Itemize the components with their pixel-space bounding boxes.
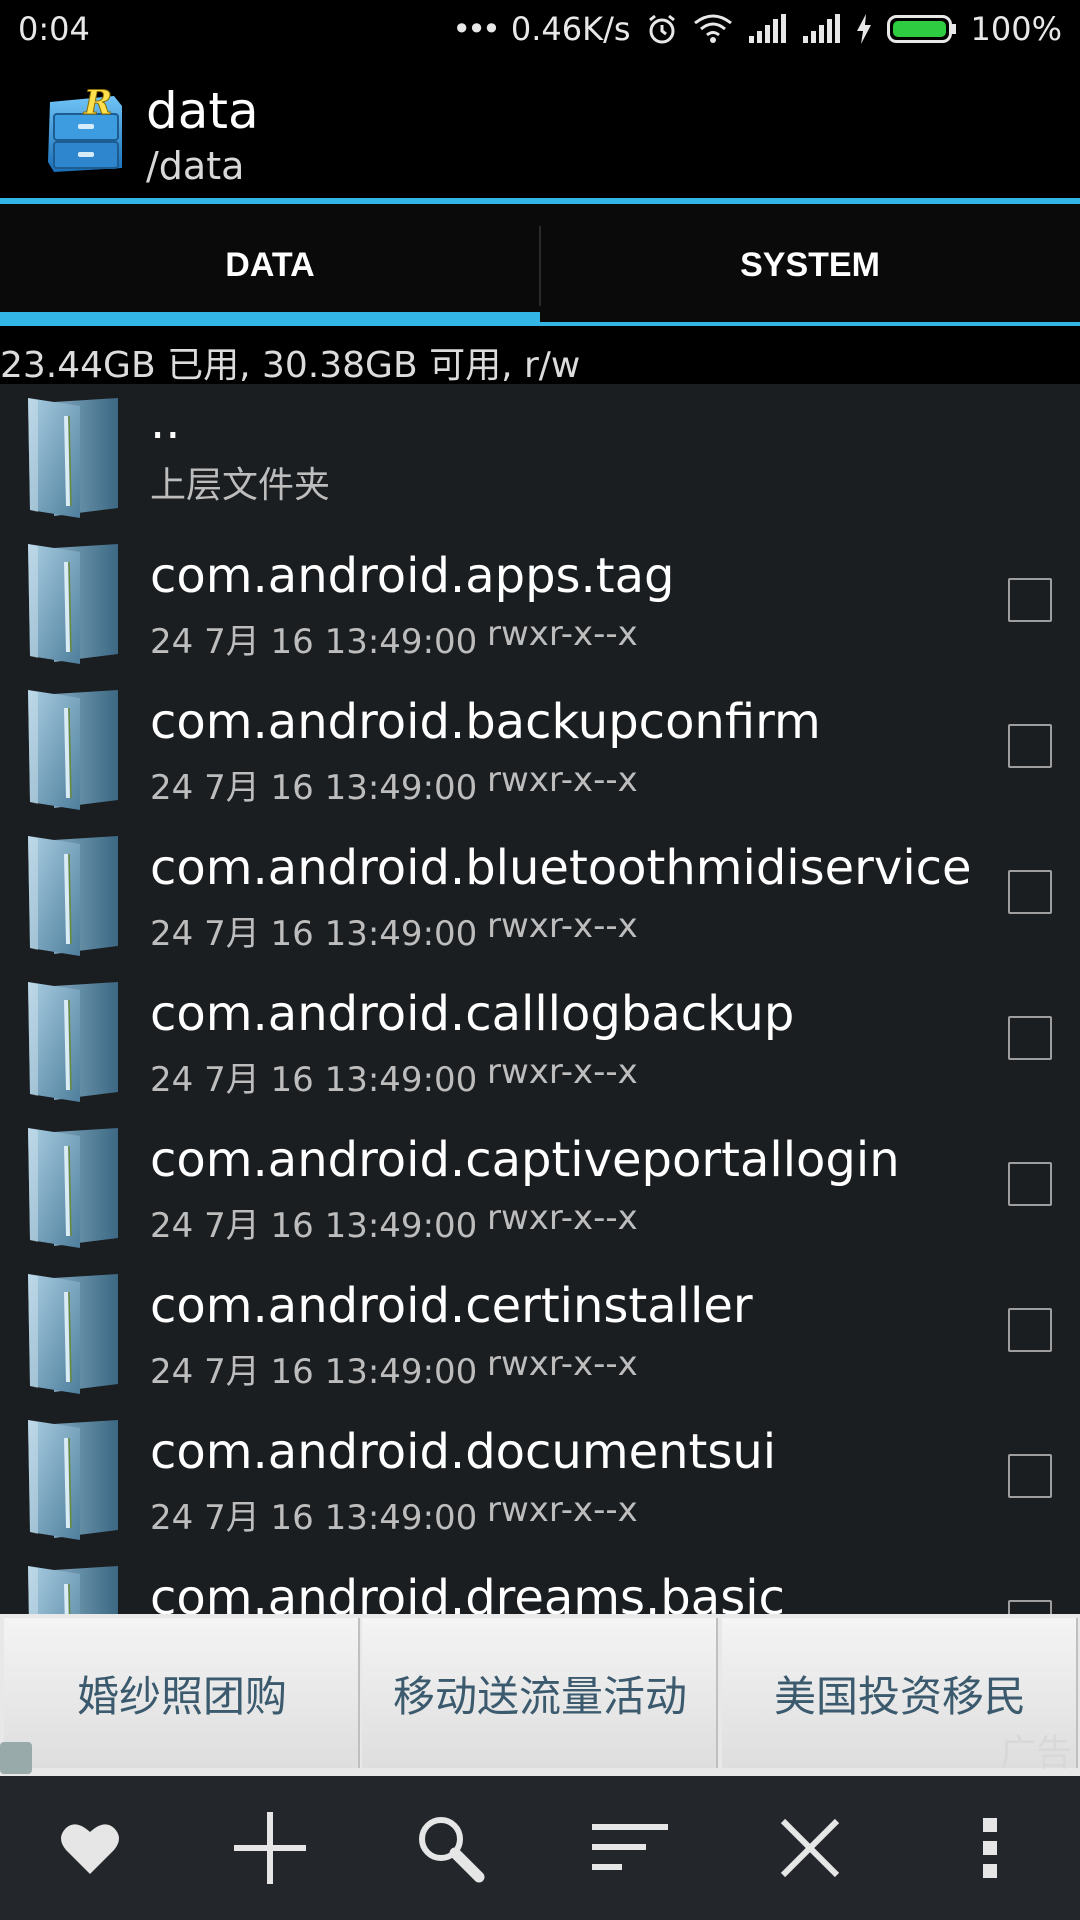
active-tab-indicator: [0, 312, 540, 326]
folder-icon: [26, 1564, 120, 1614]
file-date: 24 7月 16 13:49:00: [150, 914, 478, 954]
battery-icon: [886, 14, 957, 44]
file-permissions: rwxr-x--x: [487, 614, 638, 654]
ad-button-2[interactable]: 移动送流量活动: [362, 1618, 718, 1768]
folder-icon: [26, 1126, 120, 1250]
select-checkbox[interactable]: [1008, 870, 1052, 914]
root-explorer-icon[interactable]: R: [44, 83, 126, 176]
folder-icon: [26, 396, 120, 520]
parent-folder-subtitle: 上层文件夹: [150, 465, 331, 506]
file-permissions: rwxr-x--x: [487, 760, 638, 800]
alarm-icon: [645, 12, 679, 46]
file-date: 24 7月 16 13:49:00: [150, 1498, 478, 1538]
select-checkbox[interactable]: [1008, 1162, 1052, 1206]
file-row[interactable]: com.android.dreams.basic: [0, 1552, 1080, 1614]
file-row[interactable]: com.android.calllogbackup 24 7月 16 13:49:…: [0, 968, 1080, 1116]
tab-underline: [540, 322, 1080, 326]
folder-path: /data: [146, 144, 245, 188]
tab-data[interactable]: DATA: [0, 204, 540, 326]
network-speed: 0.46K/s: [510, 10, 631, 48]
file-row[interactable]: com.android.bluetoothmidiservice 24 7月 16…: [0, 822, 1080, 970]
signal-icon-2: [801, 14, 841, 44]
close-icon[interactable]: [770, 1808, 850, 1888]
charging-bolt-icon: [855, 14, 873, 44]
bottom-toolbar: [0, 1776, 1080, 1920]
folder-icon: [26, 980, 120, 1104]
file-permissions: rwxr-x--x: [487, 1490, 638, 1530]
select-checkbox[interactable]: [1008, 1454, 1052, 1498]
tab-bar: DATA SYSTEM: [0, 204, 1080, 326]
parent-folder-row[interactable]: .. 上层文件夹: [0, 384, 1080, 532]
ad-banner: 婚纱照团购 移动送流量活动 美国投资移民 广告: [0, 1614, 1080, 1776]
file-name: com.android.certinstaller: [150, 1278, 753, 1334]
file-permissions: rwxr-x--x: [487, 1344, 638, 1384]
file-name: com.android.captiveportallogin: [150, 1132, 900, 1188]
file-list[interactable]: .. 上层文件夹 com.android.apps.tag 24 7月 16 13…: [0, 384, 1080, 1614]
status-time: 0:04: [18, 10, 90, 48]
file-date: 24 7月 16 13:49:00: [150, 622, 478, 662]
folder-icon: [26, 542, 120, 666]
folder-icon: [26, 834, 120, 958]
signal-icon-1: [747, 14, 787, 44]
file-date: 24 7月 16 13:49:00: [150, 1352, 478, 1392]
file-row[interactable]: com.android.certinstaller 24 7月 16 13:49:…: [0, 1260, 1080, 1408]
ad-button-1[interactable]: 婚纱照团购: [4, 1618, 360, 1768]
overflow-menu-icon[interactable]: [950, 1808, 1030, 1888]
svg-text:R: R: [83, 84, 112, 123]
app-header: R data /data: [0, 62, 1080, 198]
file-name: com.android.apps.tag: [150, 548, 675, 604]
file-date: 24 7月 16 13:49:00: [150, 768, 478, 808]
folder-icon: [26, 1272, 120, 1396]
select-checkbox[interactable]: [1008, 578, 1052, 622]
select-checkbox[interactable]: [1008, 1308, 1052, 1352]
file-date: 24 7月 16 13:49:00: [150, 1060, 478, 1100]
sort-icon[interactable]: [590, 1808, 670, 1888]
folder-icon: [26, 688, 120, 812]
notification-dots: •••: [452, 10, 501, 48]
search-icon[interactable]: [410, 1808, 490, 1888]
ad-label: 广告: [999, 1733, 1072, 1774]
file-name: com.android.bluetoothmidiservice: [150, 840, 972, 896]
heart-icon[interactable]: [50, 1808, 130, 1888]
paw-icon: [0, 1742, 32, 1774]
battery-percent: 100%: [970, 10, 1062, 48]
plus-icon[interactable]: [230, 1808, 310, 1888]
select-checkbox[interactable]: [1008, 1600, 1052, 1614]
tab-system[interactable]: SYSTEM: [540, 204, 1080, 326]
file-name: com.android.dreams.basic: [150, 1570, 785, 1614]
file-name: com.android.documentsui: [150, 1424, 777, 1480]
file-row[interactable]: com.android.apps.tag 24 7月 16 13:49:00 rwx…: [0, 530, 1080, 678]
file-row[interactable]: com.android.backupconfirm 24 7月 16 13:49:…: [0, 676, 1080, 824]
select-checkbox[interactable]: [1008, 724, 1052, 768]
file-name: com.android.calllogbackup: [150, 986, 795, 1042]
storage-info: 23.44GB 已用, 30.38GB 可用, r/w: [0, 345, 581, 386]
status-bar: 0:04 ••• 0.46K/s 100%: [0, 0, 1080, 62]
file-row[interactable]: com.android.captiveportallogin 24 7月 16 1…: [0, 1114, 1080, 1262]
folder-title: data: [146, 82, 259, 140]
select-checkbox[interactable]: [1008, 1016, 1052, 1060]
wifi-icon: [693, 13, 733, 45]
parent-folder-name: ..: [150, 394, 181, 450]
file-permissions: rwxr-x--x: [487, 1052, 638, 1092]
folder-icon: [26, 1418, 120, 1542]
status-icons: ••• 0.46K/s 100%: [452, 10, 1062, 48]
file-row[interactable]: com.android.documentsui 24 7月 16 13:49:00…: [0, 1406, 1080, 1554]
file-permissions: rwxr-x--x: [487, 906, 638, 946]
file-date: 24 7月 16 13:49:00: [150, 1206, 478, 1246]
file-name: com.android.backupconfirm: [150, 694, 821, 750]
file-permissions: rwxr-x--x: [487, 1198, 638, 1238]
